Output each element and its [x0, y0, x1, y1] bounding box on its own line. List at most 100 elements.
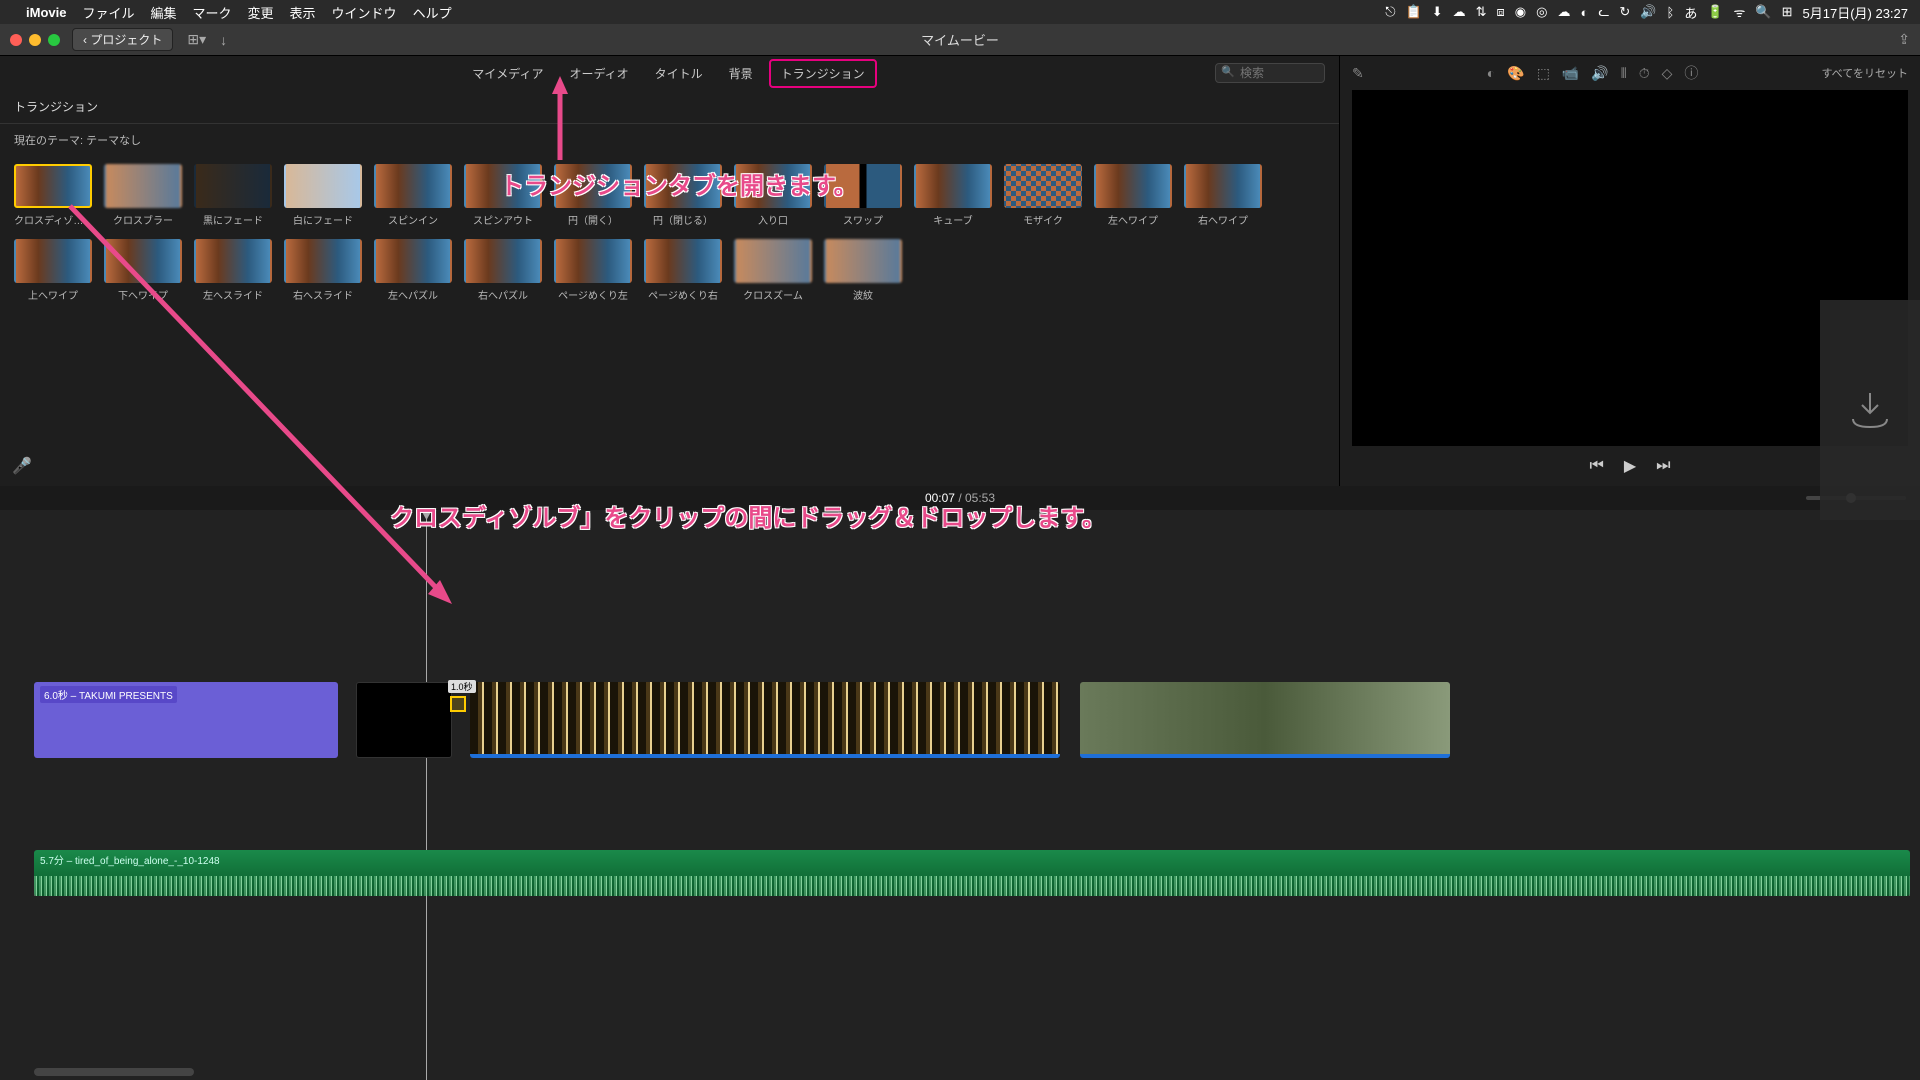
mic-icon[interactable]: 🎤 [12, 456, 32, 476]
transition-thumb [374, 239, 452, 283]
download-overlay[interactable] [1820, 300, 1920, 520]
menu-file[interactable]: ファイル [82, 3, 134, 22]
transition-thumb [644, 164, 722, 208]
weather-icon[interactable]: ☁ [1557, 4, 1570, 20]
transition-11[interactable]: モザイク [1004, 164, 1082, 227]
transition-13[interactable]: 右へワイプ [1184, 164, 1262, 227]
transition-5[interactable]: スピンアウト [464, 164, 542, 227]
transition-3[interactable]: 白にフェード [284, 164, 362, 227]
transition-8[interactable]: 入り口 [734, 164, 812, 227]
battery-icon[interactable]: 🔋 [1707, 4, 1723, 20]
menu-help[interactable]: ヘルプ [413, 3, 452, 22]
tab-audio[interactable]: オーディオ [559, 61, 638, 86]
menu-view[interactable]: 表示 [290, 3, 316, 22]
app-name[interactable]: iMovie [26, 5, 66, 20]
volume-icon[interactable]: 🔊 [1640, 4, 1656, 20]
transition-19[interactable]: 右へパズル [464, 239, 542, 302]
fullscreen-button[interactable] [48, 34, 60, 46]
transition-label: 右へパズル [464, 287, 542, 302]
search-input[interactable] [1215, 63, 1325, 83]
back-to-projects-button[interactable]: ‹ プロジェクト [72, 28, 173, 51]
wand-icon[interactable]: ✎ [1352, 65, 1364, 82]
transition-thumb [464, 164, 542, 208]
clip-people[interactable] [1080, 682, 1450, 758]
filter-icon[interactable]: ◇ [1662, 65, 1673, 82]
color-icon[interactable]: 🎨 [1507, 65, 1524, 82]
transition-12[interactable]: 左へワイプ [1094, 164, 1172, 227]
clipboard-icon[interactable]: 📋 [1406, 4, 1422, 20]
user-icon[interactable]: ◐ [1580, 5, 1588, 20]
playhead[interactable] [426, 510, 427, 1080]
balance-icon[interactable]: ◐ [1487, 65, 1495, 81]
transition-drop-target[interactable] [450, 696, 466, 712]
cc-icon[interactable]: ◎ [1536, 4, 1547, 20]
transition-thumb [1184, 164, 1262, 208]
menu-change[interactable]: 変更 [248, 3, 274, 22]
ime-icon[interactable]: あ [1684, 3, 1697, 22]
tab-transitions[interactable]: トランジション [769, 59, 877, 88]
tab-my-media[interactable]: マイメディア [462, 61, 553, 86]
tab-backgrounds[interactable]: 背景 [719, 61, 763, 86]
transition-9[interactable]: スワップ [824, 164, 902, 227]
transition-23[interactable]: 波紋 [824, 239, 902, 302]
transition-2[interactable]: 黒にフェード [194, 164, 272, 227]
spotlight-icon[interactable]: 🔍 [1755, 4, 1771, 20]
refresh-icon[interactable]: ↻ [1619, 4, 1630, 20]
clip-forest[interactable] [470, 682, 1060, 758]
prev-button[interactable]: ⏮ [1589, 457, 1603, 475]
transition-1[interactable]: クロスブラー [104, 164, 182, 227]
transition-22[interactable]: クロスズーム [734, 239, 812, 302]
tray-icon[interactable]: ⎋ [1385, 4, 1395, 20]
minimize-button[interactable] [29, 34, 41, 46]
menu-window[interactable]: ウインドウ [332, 3, 397, 22]
cloud-icon[interactable]: ☁ [1453, 4, 1466, 20]
close-button[interactable] [10, 34, 22, 46]
noise-icon[interactable]: ⫴ [1621, 65, 1627, 82]
transition-thumb [374, 164, 452, 208]
transition-7[interactable]: 円（閉じる） [644, 164, 722, 227]
dropbox-icon[interactable]: ⧈ [1497, 4, 1505, 20]
clip-title[interactable]: 6.0秒 – TAKUMI PRESENTS [34, 682, 338, 758]
transition-label: 左へスライド [194, 287, 272, 302]
volume-adj-icon[interactable]: 🔊 [1591, 65, 1608, 82]
tab-titles[interactable]: タイトル [645, 61, 713, 86]
import-icon[interactable]: ↓ [220, 32, 227, 48]
status-tray[interactable]: ⎋ 📋 ⬇ ☁ ⇅ ⧈ ◉ ◎ ☁ ◐ ᓚ ↻ 🔊 ᛒ あ 🔋 ᯤ 🔍 ⊞ 5月… [1385, 3, 1908, 22]
speed-icon[interactable]: ⏱ [1639, 65, 1650, 82]
menu-edit[interactable]: 編集 [150, 3, 176, 22]
control-icon[interactable]: ⊞ [1782, 4, 1793, 20]
timeline[interactable]: 6.0秒 – TAKUMI PRESENTS 1.0秒 5.7分 – tired… [0, 510, 1920, 1080]
transition-21[interactable]: ページめくり右 [644, 239, 722, 302]
clock[interactable]: 5月17日(月) 23:27 [1803, 3, 1909, 22]
chat-icon[interactable]: ◉ [1515, 4, 1526, 20]
menu-mark[interactable]: マーク [193, 3, 232, 22]
next-button[interactable]: ⏭ [1656, 457, 1670, 475]
stabilize-icon[interactable]: 📹 [1562, 65, 1579, 82]
timeline-scrollbar[interactable] [34, 1068, 194, 1076]
info-icon[interactable]: ⓘ [1684, 63, 1698, 83]
reset-all-button[interactable]: すべてをリセット [1821, 65, 1908, 81]
clip-black[interactable] [356, 682, 452, 758]
transition-17[interactable]: 右へスライド [284, 239, 362, 302]
transition-14[interactable]: 上へワイプ [14, 239, 92, 302]
transition-4[interactable]: スピンイン [374, 164, 452, 227]
transition-16[interactable]: 左へスライド [194, 239, 272, 302]
transition-15[interactable]: 下へワイプ [104, 239, 182, 302]
share-icon[interactable]: ⇪ [1898, 31, 1910, 48]
transition-10[interactable]: キューブ [914, 164, 992, 227]
wifi-icon[interactable]: ᯤ [1734, 3, 1746, 21]
audio-clip[interactable]: 5.7分 – tired_of_being_alone_-_10-1248 [34, 850, 1910, 896]
bluetooth-icon[interactable]: ᛒ [1667, 5, 1675, 20]
transition-6[interactable]: 円（開く） [554, 164, 632, 227]
transition-label: 白にフェード [284, 212, 362, 227]
play-button[interactable]: ▶ [1624, 456, 1636, 476]
transition-thumb [554, 239, 632, 283]
transition-20[interactable]: ページめくり左 [554, 239, 632, 302]
transition-0[interactable]: クロスディゾルブ [14, 164, 92, 227]
glasses-icon[interactable]: ᓚ [1598, 4, 1609, 20]
updown-icon[interactable]: ⇅ [1476, 4, 1487, 20]
transition-18[interactable]: 左へパズル [374, 239, 452, 302]
download-icon[interactable]: ⬇ [1432, 4, 1443, 20]
crop-icon[interactable]: ⬚ [1537, 65, 1550, 82]
library-icon[interactable]: ⊞▾ [187, 31, 206, 48]
